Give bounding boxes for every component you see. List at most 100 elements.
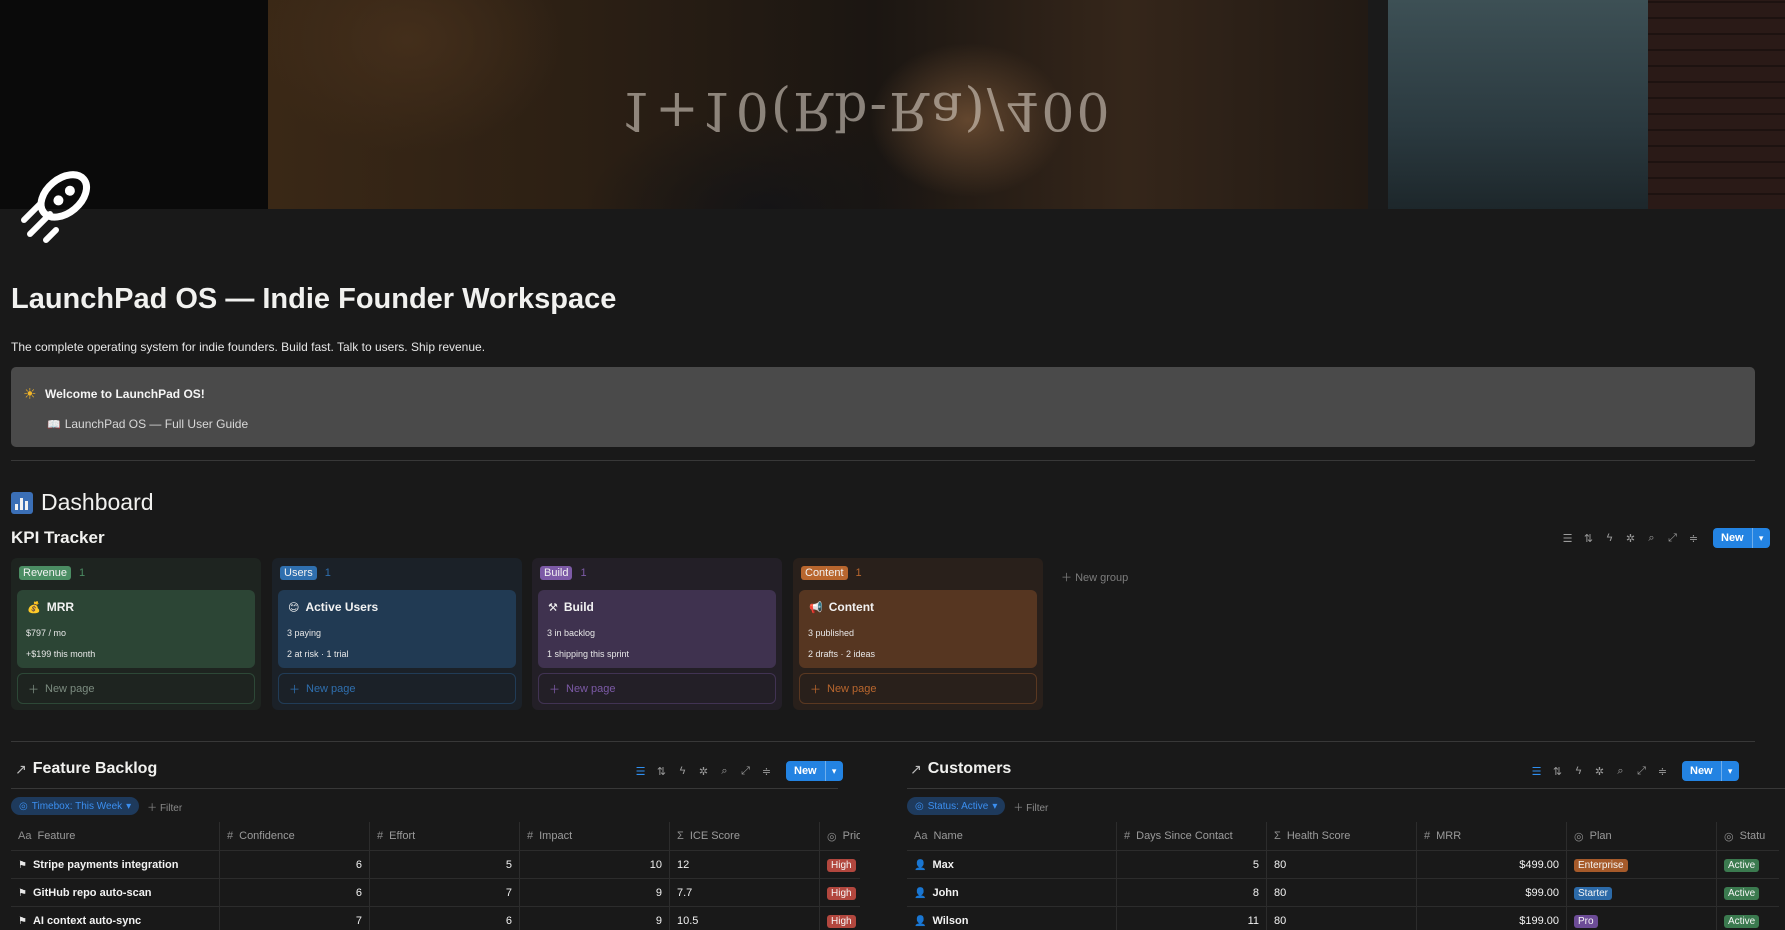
filter-icon[interactable]: ☰ <box>633 764 648 779</box>
timebox-filter-chip[interactable]: ◎ Timebox: This Week ▾ <box>11 797 140 815</box>
column-header[interactable]: ◎ Statu <box>1717 822 1779 850</box>
board-column-header[interactable]: Revenue 1 <box>19 566 85 580</box>
priority-cell[interactable]: High <box>820 907 860 930</box>
column-header[interactable]: ◎ Plan <box>1567 822 1717 850</box>
plan-cell[interactable]: Enterprise <box>1567 851 1717 879</box>
search-icon[interactable]: ⌕ <box>1613 764 1628 779</box>
column-type-icon: ◎ <box>1724 830 1734 843</box>
expand-icon[interactable]: ⤢ <box>738 764 753 779</box>
page: 1+10(Rb-Ra)/400 LaunchPad OS — Indie Fou… <box>0 0 1785 930</box>
tools-icon: ⚒ <box>548 601 558 614</box>
plan-cell[interactable]: Pro <box>1567 907 1717 930</box>
impact-cell: 9 <box>520 907 670 930</box>
page-title[interactable]: LaunchPad OS — Indie Founder Workspace <box>11 283 616 316</box>
table-row[interactable]: 👤 Max 5 80 $499.00 Enterprise Active <box>907 850 1779 879</box>
ai-sparkle-icon[interactable]: ✲ <box>1623 531 1638 546</box>
column-header[interactable]: # Confidence <box>220 822 370 850</box>
priority-cell[interactable]: High <box>820 879 860 907</box>
kpi-card[interactable]: 📢 Content 3 published 2 drafts · 2 ideas <box>799 590 1037 668</box>
feature-cell[interactable]: ⚑ Stripe payments integration <box>11 851 220 879</box>
column-header[interactable]: # MRR <box>1417 822 1567 850</box>
new-group-button[interactable]: ＋ New group <box>1061 569 1128 585</box>
priority-cell-value: High <box>827 858 856 872</box>
filter-icon[interactable]: ☰ <box>1529 764 1544 779</box>
board-column-header[interactable]: Build 1 <box>540 566 587 580</box>
settings-icon[interactable]: ≑ <box>1655 764 1670 779</box>
priority-cell[interactable]: High <box>820 851 860 879</box>
search-icon[interactable]: ⌕ <box>717 764 732 779</box>
table-row[interactable]: 👤 Wilson 11 80 $199.00 Pro Active <box>907 906 1779 930</box>
sort-icon[interactable]: ⇅ <box>1581 531 1596 546</box>
feature-backlog-title[interactable]: ↗ Feature Backlog <box>15 760 157 778</box>
new-page-button[interactable]: ＋ New page <box>17 673 255 704</box>
column-header[interactable]: Σ Health Score <box>1267 822 1417 850</box>
cover-image[interactable]: 1+10(Rb-Ra)/400 <box>0 0 1785 209</box>
settings-icon[interactable]: ≑ <box>1686 531 1701 546</box>
column-header[interactable]: # Effort <box>370 822 520 850</box>
cover-equation: 1+10(Rb-Ra)/400 <box>620 80 1112 140</box>
table-row[interactable]: 👤 John 8 80 $99.00 Starter Active <box>907 878 1779 907</box>
add-filter-button[interactable]: ＋ Filter <box>1013 799 1048 814</box>
customers-new-button[interactable]: New ▾ <box>1682 761 1739 781</box>
status-filter-chip[interactable]: ◎ Status: Active ▾ <box>907 797 1006 815</box>
expand-icon[interactable]: ⤢ <box>1634 764 1649 779</box>
plan-cell[interactable]: Starter <box>1567 879 1717 907</box>
ai-sparkle-icon[interactable]: ✲ <box>1592 764 1607 779</box>
table-row[interactable]: ⚑ AI context auto-sync 7 6 9 10.5 High <box>11 906 860 930</box>
chevron-down-icon[interactable]: ▾ <box>1751 528 1770 548</box>
user-guide-link[interactable]: 📖 LaunchPad OS — Full User Guide <box>47 417 248 431</box>
kpi-card[interactable]: 😊 Active Users 3 paying 2 at risk · 1 trial <box>278 590 516 668</box>
new-page-button[interactable]: ＋ New page <box>538 673 776 704</box>
days-since-contact-cell: 5 <box>1117 851 1267 879</box>
chevron-down-icon[interactable]: ▾ <box>1720 761 1739 781</box>
kpi-card[interactable]: 💰 MRR $797 / mo +$199 this month <box>17 590 255 668</box>
customer-name-cell[interactable]: 👤 Wilson <box>907 907 1117 930</box>
customers-title[interactable]: ↗ Customers <box>910 760 1011 778</box>
filter-icon[interactable]: ☰ <box>1560 531 1575 546</box>
feature-cell[interactable]: ⚑ GitHub repo auto-scan <box>11 879 220 907</box>
automation-icon[interactable]: ϟ <box>1602 531 1617 546</box>
search-icon[interactable]: ⌕ <box>1644 531 1659 546</box>
customer-name-cell[interactable]: 👤 Max <box>907 851 1117 879</box>
column-header[interactable]: Σ ICE Score <box>670 822 820 850</box>
status-cell[interactable]: Active <box>1717 851 1779 879</box>
column-header[interactable]: # Impact <box>520 822 670 850</box>
column-header[interactable]: Aa Feature <box>11 822 220 850</box>
new-page-label: New page <box>306 682 356 695</box>
column-header[interactable]: # Days Since Contact <box>1117 822 1267 850</box>
table-row[interactable]: ⚑ Stripe payments integration 6 5 10 12 High <box>11 850 860 879</box>
plan-cell-value: Starter <box>1574 886 1613 900</box>
card-title: 📢 Content <box>809 600 874 614</box>
days-since-contact-cell: 8 <box>1117 879 1267 907</box>
page-subtitle[interactable]: The complete operating system for indie … <box>11 340 485 354</box>
welcome-callout[interactable]: ☀ Welcome to LaunchPad OS! 📖 LaunchPad OS… <box>11 367 1755 447</box>
new-page-button[interactable]: ＋ New page <box>278 673 516 704</box>
kpi-new-button[interactable]: New ▾ <box>1713 528 1770 548</box>
card-line: $797 / mo <box>26 628 67 638</box>
new-page-button[interactable]: ＋ New page <box>799 673 1037 704</box>
add-filter-button[interactable]: ＋ Filter <box>147 799 182 814</box>
automation-icon[interactable]: ϟ <box>675 764 690 779</box>
column-header[interactable]: Aa Name <box>907 822 1117 850</box>
card-line: 3 in backlog <box>547 628 596 638</box>
column-header[interactable]: ◎ Prior <box>820 822 860 850</box>
customer-name-cell[interactable]: 👤 John <box>907 879 1117 907</box>
kpi-tracker-title[interactable]: KPI Tracker <box>11 528 105 548</box>
automation-icon[interactable]: ϟ <box>1571 764 1586 779</box>
rocket-icon[interactable] <box>14 162 104 252</box>
sort-icon[interactable]: ⇅ <box>1550 764 1565 779</box>
table-row[interactable]: ⚑ GitHub repo auto-scan 6 7 9 7.7 High <box>11 878 860 907</box>
settings-icon[interactable]: ≑ <box>759 764 774 779</box>
status-cell[interactable]: Active <box>1717 879 1779 907</box>
expand-icon[interactable]: ⤢ <box>1665 531 1680 546</box>
sort-icon[interactable]: ⇅ <box>654 764 669 779</box>
feature-cell[interactable]: ⚑ AI context auto-sync <box>11 907 220 930</box>
kpi-card[interactable]: ⚒ Build 3 in backlog 1 shipping this sprint <box>538 590 776 668</box>
board-column-header[interactable]: Content 1 <box>801 566 862 580</box>
board-column-header[interactable]: Users 1 <box>280 566 331 580</box>
backlog-new-button[interactable]: New ▾ <box>786 761 843 781</box>
dashboard-heading: Dashboard <box>11 489 154 516</box>
ai-sparkle-icon[interactable]: ✲ <box>696 764 711 779</box>
status-cell[interactable]: Active <box>1717 907 1779 930</box>
chevron-down-icon[interactable]: ▾ <box>824 761 843 781</box>
